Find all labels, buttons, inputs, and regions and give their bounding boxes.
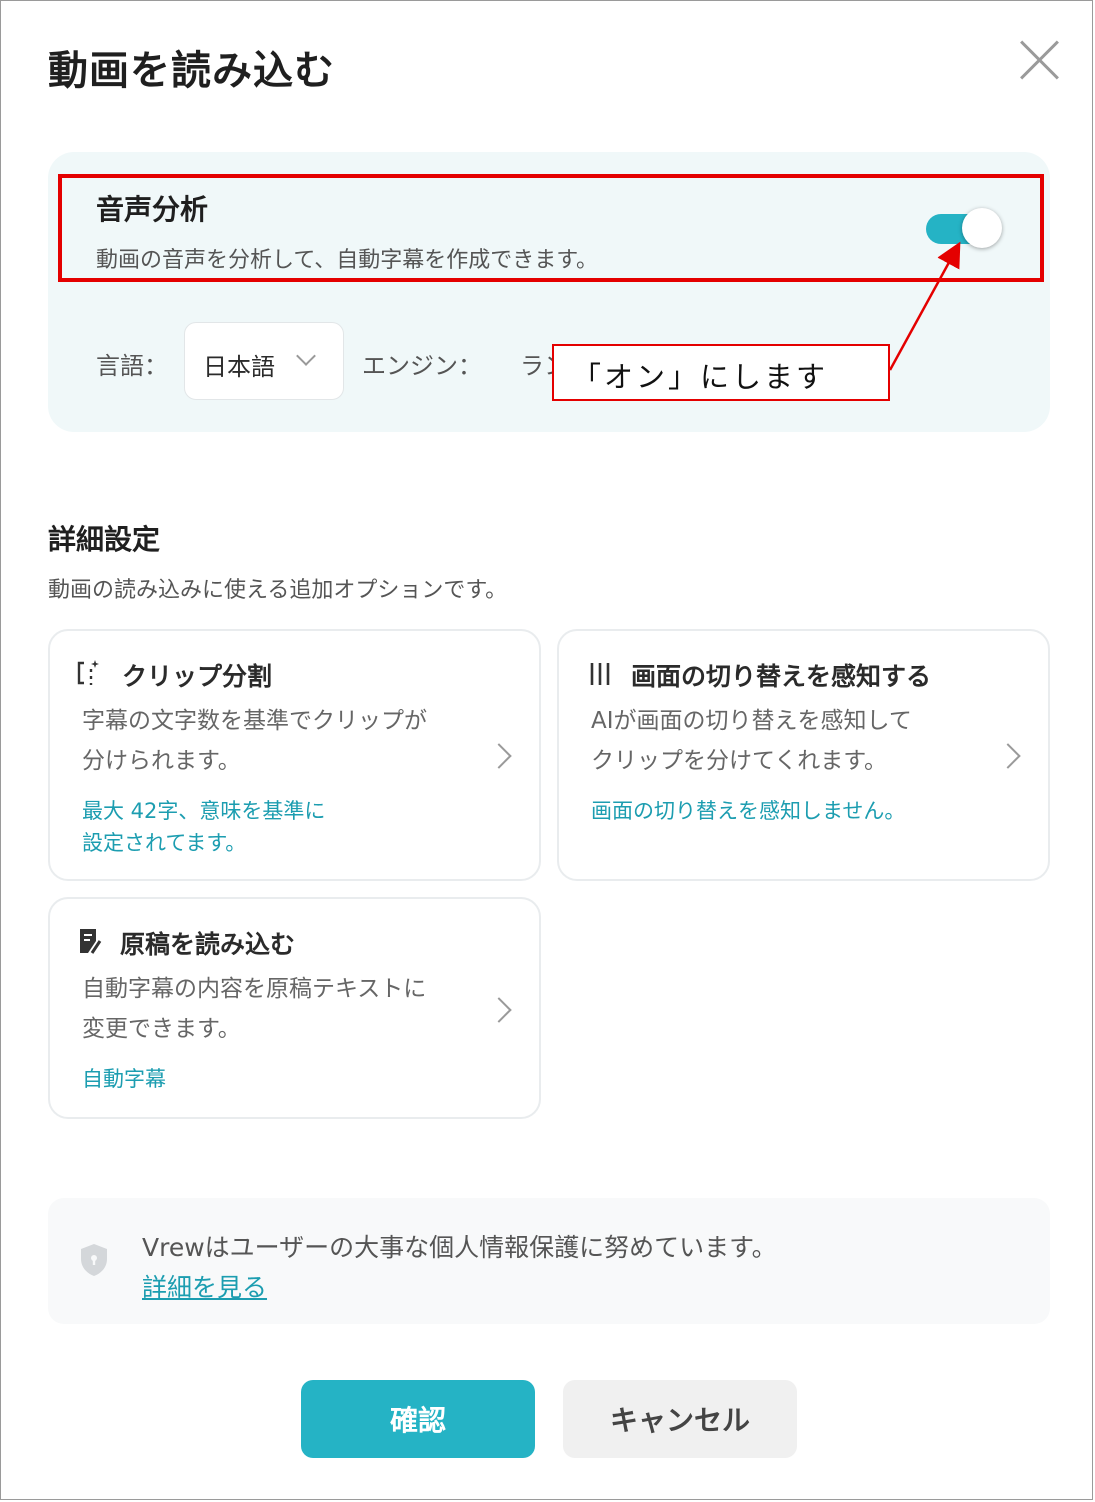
scene-detect-icon [590,663,610,685]
clip-split-icon [77,660,99,685]
script-import-card[interactable]: 原稿を読み込む 自動字幕の内容を原稿テキストに 変更できます。 自動字幕 [48,897,541,1119]
voice-analysis-toggle[interactable] [924,208,1002,250]
card-description: 自動字幕の内容を原稿テキストに 変更できます。 [82,976,427,1042]
voice-analysis-title: 音声分析 [96,193,209,226]
card-status: 自動字幕 [82,1067,166,1091]
language-select[interactable]: 日本語 [184,322,344,400]
privacy-text: Vrewはユーザーの大事な個人情報保護に努めています。 [142,1233,777,1262]
voice-analysis-description: 動画の音声を分析して、自動字幕を作成できます。 [96,248,599,273]
shield-icon [81,1244,107,1276]
script-icon [80,929,102,954]
language-value: 日本語 [203,353,275,381]
card-title: クリップ分割 [122,662,273,691]
cancel-button[interactable]: キャンセル [563,1380,797,1458]
advanced-settings-title: 詳細設定 [48,523,161,556]
annotation-callout: 「オン」にします [552,344,890,401]
card-description: 字幕の文字数を基準でクリップが 分けられます。 [82,708,427,774]
card-status: 画面の切り替えを感知しません。 [591,799,906,823]
annotation-callout-text: 「オン」にします [572,360,829,394]
card-status: 最大 42字、意味を基準に 設定されてます。 [82,799,326,855]
privacy-details-link[interactable]: 詳細を見る [142,1268,267,1304]
scene-detect-card[interactable]: 画面の切り替えを感知する AIが画面の切り替えを感知して クリップを分けてくれま… [557,629,1050,881]
card-title: 画面の切り替えを感知する [631,662,932,691]
card-title: 原稿を読み込む [120,930,296,959]
language-label: 言語： [96,352,168,380]
engine-label: エンジン： [362,352,482,380]
chevron-down-icon [296,346,316,366]
close-icon[interactable] [1018,38,1062,82]
confirm-button[interactable]: 確認 [301,1380,535,1458]
chevron-right-icon [995,743,1021,769]
card-description: AIが画面の切り替えを感知して クリップを分けてくれます。 [591,708,912,774]
chevron-right-icon [486,997,512,1023]
advanced-settings-description: 動画の読み込みに使える追加オプションです。 [48,578,508,603]
dialog-title: 動画を読み込む [48,48,335,94]
toggle-knob [962,208,1002,248]
clip-split-card[interactable]: クリップ分割 字幕の文字数を基準でクリップが 分けられます。 最大 42字、意味… [48,629,541,881]
chevron-right-icon [486,743,512,769]
